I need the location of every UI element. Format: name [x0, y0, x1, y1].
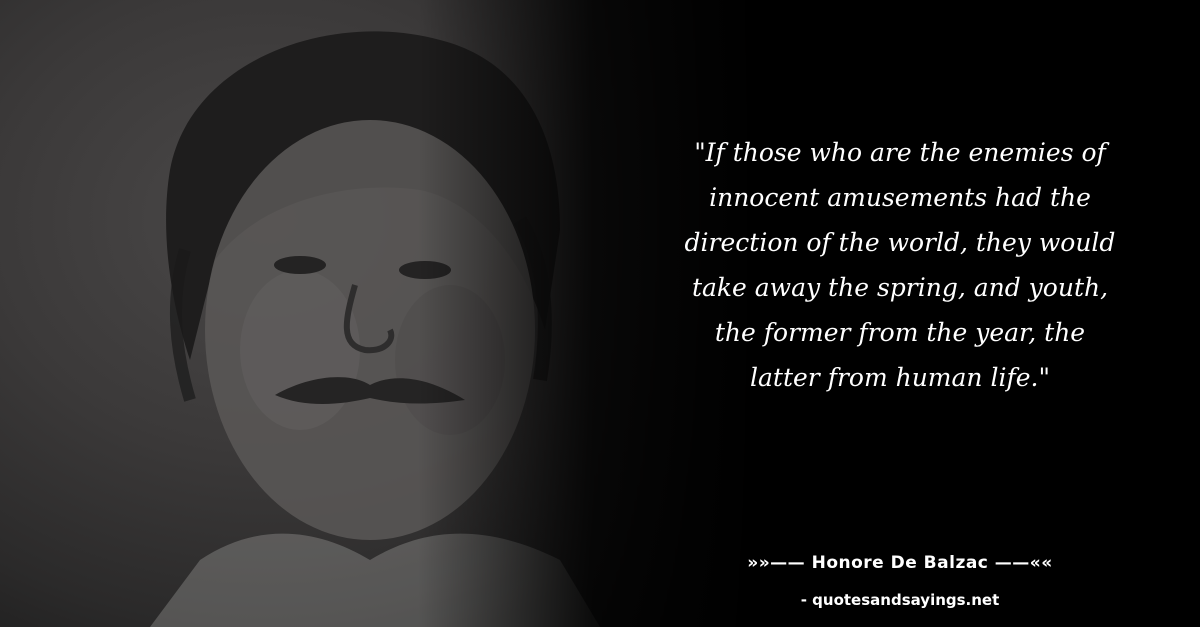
author-portrait-photo	[0, 0, 760, 627]
quote-text: "If those who are the enemies of innocen…	[684, 138, 1116, 392]
author-name: »»—— Honore De Balzac ——««	[747, 553, 1053, 573]
source-website: - quotesandsayings.net	[800, 591, 1000, 609]
portrait-silhouette	[150, 31, 600, 627]
quote-card: "If those who are the enemies of innocen…	[0, 0, 1200, 627]
